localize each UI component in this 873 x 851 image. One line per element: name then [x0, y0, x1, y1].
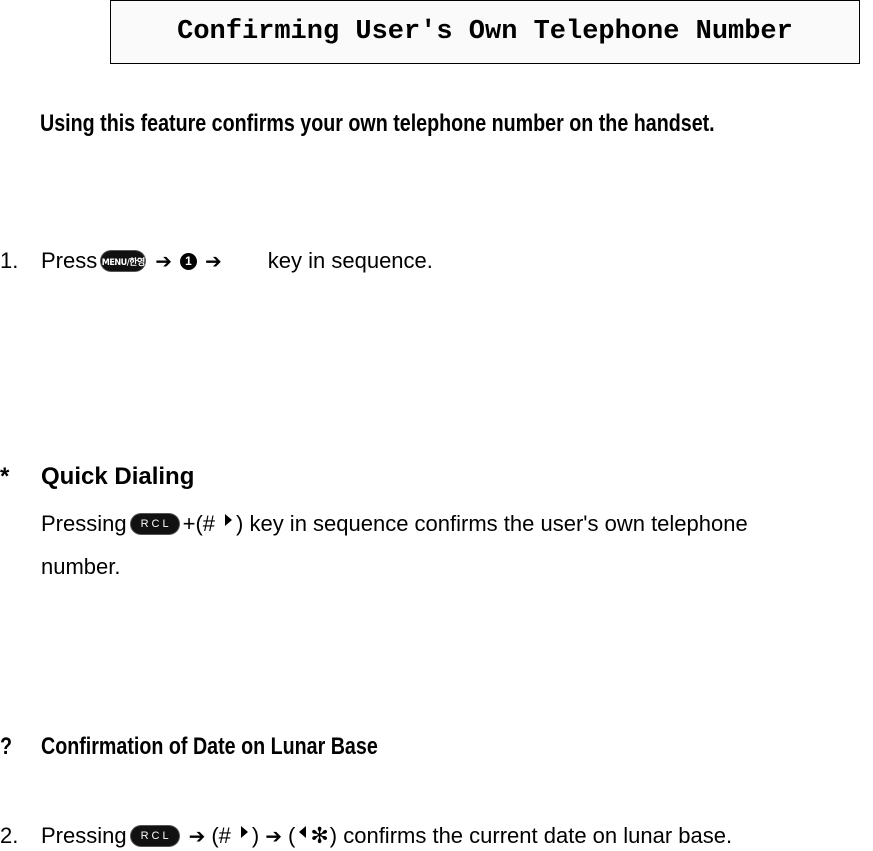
intro-text: Using this feature confirms your own tel… [40, 110, 715, 137]
lunar-bullet: ? [0, 733, 13, 760]
left-triangle-icon [299, 826, 307, 838]
page-title: Confirming User's Own Telephone Number [177, 17, 793, 47]
step-2-number: 2. [0, 823, 19, 848]
quick-dialing-line-1: Pressing RCL +(# ) key in sequence confi… [41, 511, 748, 537]
title-box: Confirming User's Own Telephone Number [110, 0, 860, 64]
arrow-right-icon: ➔ [205, 249, 222, 273]
quick-dialing-bullet: * [0, 463, 10, 490]
step-2-tail-text: ) confirms the current date on lunar bas… [329, 823, 733, 848]
arrow-right-icon: ➔ [265, 824, 283, 848]
quick-dialing-line-2: number. [41, 554, 121, 580]
step-1-tail-text: key in sequence. [267, 248, 433, 273]
quick-dialing-plus-hash: +(# [182, 511, 216, 536]
step-2-close-paren: ) [251, 823, 260, 848]
step-1-number: 1. [0, 248, 19, 273]
step-2-open-hash: (# [211, 823, 231, 848]
step-2-line: Pressing RCL ➔ (# ) ➔ ( ✻ ) confirms the… [41, 823, 732, 849]
step-2-open-paren: ( [288, 823, 296, 848]
rcl-key-icon: RCL [130, 826, 179, 846]
star-key-icon: ✻ [310, 823, 329, 849]
quick-dialing-line-2-text: number. [41, 554, 121, 579]
lunar-heading: Confirmation of Date on Lunar Base [41, 733, 378, 760]
menu-key-icon: MENU/한영 [101, 251, 146, 271]
step-1-line: Press MENU/한영 ➔ 1 ➔ key in sequence. [41, 248, 433, 274]
step-1-press-text: Press [41, 248, 98, 273]
step-2-pressing-text: Pressing [41, 823, 127, 848]
rcl-key-icon: RCL [130, 514, 179, 534]
key-one-icon: 1 [180, 252, 198, 270]
right-triangle-icon [225, 514, 233, 526]
arrow-right-icon: ➔ [155, 249, 173, 273]
quick-dialing-heading: Quick Dialing [41, 463, 195, 490]
arrow-right-icon: ➔ [188, 824, 206, 848]
quick-dialing-tail-text: ) key in sequence confirms the user's ow… [236, 511, 748, 536]
quick-dialing-pressing-text: Pressing [41, 511, 127, 536]
right-triangle-icon [240, 826, 248, 838]
